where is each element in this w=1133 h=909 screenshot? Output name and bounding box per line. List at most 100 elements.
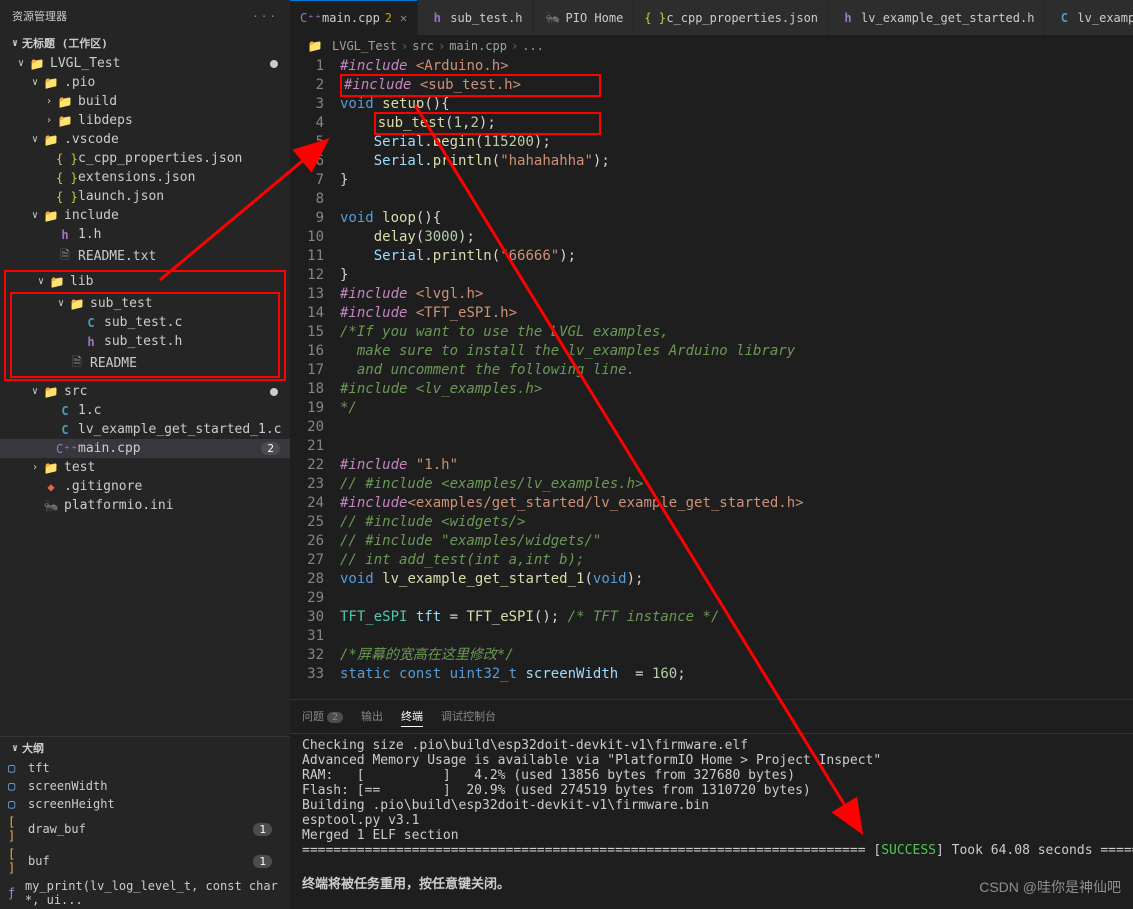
json-icon: { } xyxy=(56,190,74,204)
code-line-2[interactable]: #include <sub_test.h> xyxy=(340,76,1133,95)
code-line-23[interactable]: // #include <examples/lv_examples.h> xyxy=(340,475,1133,494)
tree-label: 1.h xyxy=(78,227,101,242)
tree-label: c_cpp_properties.json xyxy=(78,151,242,166)
tree-item-src[interactable]: ∨📁src xyxy=(0,382,290,401)
code-line-20[interactable] xyxy=(340,418,1133,437)
tree-item-LVGL_Test[interactable]: ∨📁LVGL_Test xyxy=(0,54,290,73)
code-content[interactable]: #include <Arduino.h>#include <sub_test.h… xyxy=(340,57,1133,699)
tree-item-platformio.ini[interactable]: 🐜platformio.ini xyxy=(0,496,290,515)
outline-item-buf[interactable]: [ ]buf1 xyxy=(0,845,290,877)
code-line-18[interactable]: #include <lv_examples.h> xyxy=(340,380,1133,399)
watermark: CSDN @哇你是神仙吧 xyxy=(979,877,1121,897)
breadcrumb-segment[interactable]: src xyxy=(412,39,434,53)
tree-item-extensions.json[interactable]: { }extensions.json xyxy=(0,168,290,187)
pio-icon: 🐜 xyxy=(42,499,60,513)
json-icon: { } xyxy=(56,152,74,166)
code-line-24[interactable]: #include<examples/get_started/lv_example… xyxy=(340,494,1133,513)
outline-item-screenHeight[interactable]: ▢screenHeight xyxy=(0,795,290,813)
h-icon: h xyxy=(56,228,74,242)
code-line-25[interactable]: // #include <widgets/> xyxy=(340,513,1133,532)
tree-item-sub_test.c[interactable]: Csub_test.c xyxy=(12,313,278,332)
breadcrumb-segment[interactable]: LVGL_Test xyxy=(332,39,397,53)
terminal-tab-终端[interactable]: 终端 xyxy=(401,706,423,727)
tree-item-sub_test[interactable]: ∨📁sub_test xyxy=(12,294,278,313)
chevron-icon: ∨ xyxy=(54,298,68,309)
tree-item-libdeps[interactable]: ›📁libdeps xyxy=(0,111,290,130)
tab-main.cpp[interactable]: C⁺⁺main.cpp2✕ xyxy=(290,0,417,35)
sidebar: 资源管理器 ··· ∨ 无标题 (工作区) ∨📁LVGL_Test∨📁.pio›… xyxy=(0,0,290,909)
tree-item-lib[interactable]: ∨📁lib xyxy=(6,272,284,291)
workspace-title[interactable]: ∨ 无标题 (工作区) xyxy=(0,32,290,54)
tab-PIO Home[interactable]: 🐜PIO Home xyxy=(534,0,634,35)
code-editor[interactable]: 1234567891011121314151617181920212223242… xyxy=(290,57,1133,699)
code-line-15[interactable]: /*If you want to use the LVGL examples, xyxy=(340,323,1133,342)
code-line-11[interactable]: Serial.println("66666"); xyxy=(340,247,1133,266)
code-line-19[interactable]: */ xyxy=(340,399,1133,418)
explorer-header: 资源管理器 ··· xyxy=(0,0,290,32)
code-line-29[interactable] xyxy=(340,589,1133,608)
tree-item-launch.json[interactable]: { }launch.json xyxy=(0,187,290,206)
tab-sub_test.h[interactable]: hsub_test.h xyxy=(418,0,532,35)
c-icon: C xyxy=(82,316,100,330)
tree-item-README[interactable]: 🗎README xyxy=(12,351,278,376)
more-icon[interactable]: ··· xyxy=(252,10,278,23)
code-line-21[interactable] xyxy=(340,437,1133,456)
tree-item-test[interactable]: ›📁test xyxy=(0,458,290,477)
code-line-33[interactable]: static const uint32_t screenWidth = 160; xyxy=(340,665,1133,684)
code-line-8[interactable] xyxy=(340,190,1133,209)
code-line-6[interactable]: Serial.println("hahahahha"); xyxy=(340,152,1133,171)
tree-item-sub_test.h[interactable]: hsub_test.h xyxy=(12,332,278,351)
code-line-13[interactable]: #include <lvgl.h> xyxy=(340,285,1133,304)
terminal-tab-调试控制台[interactable]: 调试控制台 xyxy=(441,706,496,727)
tree-item-1.h[interactable]: h 1.h xyxy=(0,225,290,244)
outline-title[interactable]: ∨ 大纲 xyxy=(0,737,290,759)
outline-item-draw_buf[interactable]: [ ]draw_buf1 xyxy=(0,813,290,845)
git-icon: ◆ xyxy=(42,480,60,494)
outline-item-screenWidth[interactable]: ▢screenWidth xyxy=(0,777,290,795)
fn-icon: ƒ xyxy=(8,886,21,900)
tree-label: sub_test.h xyxy=(104,334,182,349)
code-line-26[interactable]: // #include "examples/widgets/" xyxy=(340,532,1133,551)
code-line-30[interactable]: TFT_eSPI tft = TFT_eSPI(); /* TFT instan… xyxy=(340,608,1133,627)
modified-dot xyxy=(270,388,278,396)
tree-label: main.cpp xyxy=(78,441,141,456)
tree-label: .pio xyxy=(64,75,95,90)
code-line-28[interactable]: void lv_example_get_started_1(void); xyxy=(340,570,1133,589)
code-line-22[interactable]: #include "1.h" xyxy=(340,456,1133,475)
tree-item-.pio[interactable]: ∨📁.pio xyxy=(0,73,290,92)
breadcrumb-segment[interactable]: main.cpp xyxy=(449,39,507,53)
c-icon: C xyxy=(56,423,74,437)
code-line-4[interactable]: sub_test(1,2); xyxy=(340,114,1133,133)
outline-item-my_print(lv_log_level_t, const char *, ui...[interactable]: ƒmy_print(lv_log_level_t, const char *, … xyxy=(0,877,290,909)
code-line-5[interactable]: Serial.begin(115200); xyxy=(340,133,1133,152)
tree-item-README.txt[interactable]: 🗎README.txt xyxy=(0,244,290,269)
close-icon[interactable]: ✕ xyxy=(400,11,407,25)
breadcrumb[interactable]: 📁LVGL_Test›src›main.cpp›... xyxy=(290,35,1133,57)
tab-lv_example_get_started.h[interactable]: hlv_example_get_started.h xyxy=(829,0,1044,35)
code-line-16[interactable]: make sure to install the lv_examples Ard… xyxy=(340,342,1133,361)
code-line-27[interactable]: // int add_test(int a,int b); xyxy=(340,551,1133,570)
code-line-12[interactable]: } xyxy=(340,266,1133,285)
outline-item-tft[interactable]: ▢tft xyxy=(0,759,290,777)
breadcrumb-segment[interactable]: ... xyxy=(522,39,544,53)
tree-item-c_cpp_properties.json[interactable]: { } c_cpp_properties.json xyxy=(0,149,290,168)
terminal-tab-输出[interactable]: 输出 xyxy=(361,706,383,727)
code-line-14[interactable]: #include <TFT_eSPI.h> xyxy=(340,304,1133,323)
tree-item-.vscode[interactable]: ∨📁.vscode xyxy=(0,130,290,149)
tree-item-build[interactable]: ›📁build xyxy=(0,92,290,111)
tree-item-.gitignore[interactable]: ◆.gitignore xyxy=(0,477,290,496)
tab-lv_example[interactable]: Clv_example xyxy=(1045,0,1133,35)
tab-c_cpp_properties.json[interactable]: { }c_cpp_properties.json xyxy=(634,0,828,35)
code-line-10[interactable]: delay(3000); xyxy=(340,228,1133,247)
code-line-7[interactable]: } xyxy=(340,171,1133,190)
code-line-9[interactable]: void loop(){ xyxy=(340,209,1133,228)
code-line-31[interactable] xyxy=(340,627,1133,646)
tree-item-1.c[interactable]: C1.c xyxy=(0,401,290,420)
terminal-tab-问题[interactable]: 问题2 xyxy=(302,706,343,727)
tree-item-lv_example_get_started_1.c[interactable]: Clv_example_get_started_1.c xyxy=(0,420,290,439)
tree-item-main.cpp[interactable]: C⁺⁺main.cpp2 xyxy=(0,439,290,458)
tree-item-include[interactable]: ∨📁include xyxy=(0,206,290,225)
code-line-32[interactable]: /*屏幕的宽高在这里修改*/ xyxy=(340,646,1133,665)
txt-icon: 🗎 xyxy=(56,246,74,267)
code-line-17[interactable]: and uncomment the following line. xyxy=(340,361,1133,380)
